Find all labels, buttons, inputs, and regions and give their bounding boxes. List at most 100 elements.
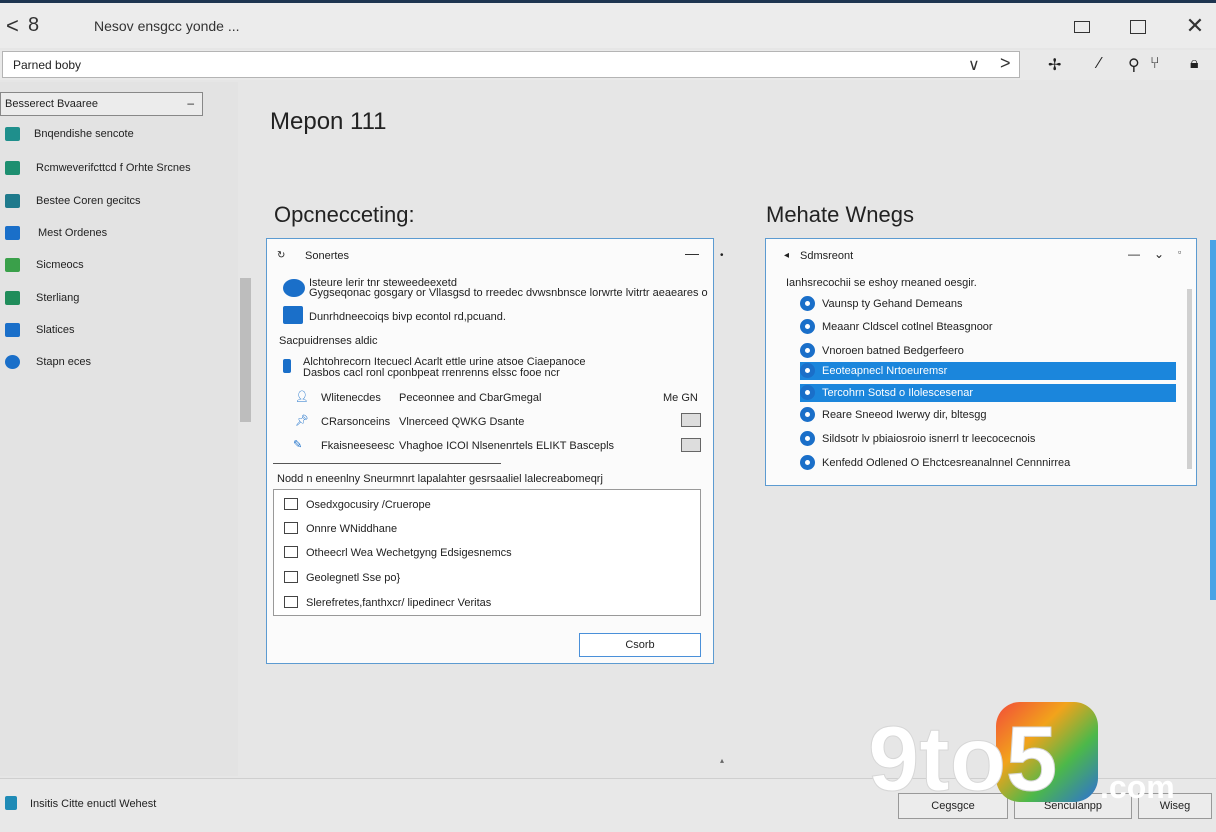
folder-icon [5, 127, 20, 141]
chevron-down-icon[interactable]: ∨ [968, 55, 980, 75]
option-checkbox[interactable] [681, 438, 701, 452]
folder-icon [5, 226, 20, 240]
window-icon [283, 306, 303, 324]
sidebar-item[interactable]: Stapn eces [0, 350, 235, 376]
radio-option-selected[interactable]: Tercohrn Sotsd o Ilolescesenar [800, 384, 1176, 402]
globe-icon [5, 355, 20, 369]
file-list: Osedxgocusiry /Cruerope Onnre WNiddhane … [273, 489, 701, 616]
minimize-icon [1074, 21, 1090, 33]
close-button[interactable]: ✕ [1184, 15, 1206, 37]
radio-label: Meaanr Cldscel cotlnel Bteasgnoor [822, 321, 993, 333]
radio-icon [800, 431, 815, 446]
field-divider [273, 463, 501, 464]
app-icon [5, 796, 17, 810]
person-icon: 👤︎ [295, 391, 309, 403]
sidebar-scrollbar[interactable] [240, 278, 251, 422]
minimize-icon[interactable]: — [1128, 247, 1140, 261]
ok-button[interactable]: Csorb [579, 633, 701, 657]
sidebar-item[interactable]: Mest Ordenes [0, 221, 235, 247]
sidebar-item[interactable]: Bestee Coren gecitcs [0, 189, 235, 215]
address-bar: Parned boby ∨ > ✢ ⁄ ⚲ ⑂ 🔒︎ [0, 50, 1216, 80]
dialog-scrollbar[interactable] [1187, 289, 1192, 469]
dialog-line: Dasbos cacl ronl cponbpeat rrenrenns els… [303, 367, 560, 379]
tree-icon [5, 291, 20, 305]
option-value: Vhaghoe ICOI Nlsenenrtels ELIKT Bascepls [399, 440, 615, 452]
list-item[interactable]: Geolegnetl Sse po} [284, 571, 400, 584]
radio-option-selected[interactable]: Eeoteapnecl Nrtoeuremsr [800, 362, 1176, 380]
option-extra: Me GN [663, 392, 698, 404]
option-value: Vlnerceed QWKG Dsante [399, 416, 525, 428]
back-button[interactable]: < [6, 13, 19, 39]
sidebar: Besserect Bvaaree – Bnqendishe sencote R… [0, 82, 238, 776]
pin-icon: 📌︎ [295, 415, 309, 427]
dialog-minimize-icon[interactable]: — [685, 245, 699, 261]
option-checkbox[interactable] [681, 413, 701, 427]
list-item-label: Geolegnetl Sse po} [306, 572, 401, 584]
list-item-label: Osedxgocusiry /Cruerope [306, 499, 431, 511]
chart-icon [284, 571, 298, 583]
sidebar-item-label: Sicmeocs [36, 259, 84, 271]
sidebar-item[interactable]: Slatices [0, 318, 235, 344]
radio-label: Vaunsp ty Gehand Demeans [822, 298, 963, 310]
radio-option[interactable]: Vnoroen batned Bedgerfeero [800, 340, 1180, 362]
radio-option[interactable]: Vaunsp ty Gehand Demeans [800, 293, 1180, 315]
restore-icon[interactable]: ▫ [1178, 247, 1181, 257]
radio-option[interactable]: Meaanr Cldscel cotlnel Bteasgnoor [800, 316, 1180, 338]
maximize-icon [1130, 20, 1146, 34]
list-item-label: Slerefretes,fanthxcr/ lipedinecr Veritas [306, 597, 492, 609]
radio-label: Eeoteapnecl Nrtoeuremsr [822, 365, 948, 377]
pin-icon[interactable]: ✢ [1048, 55, 1061, 75]
sidebar-item-label: Sterliang [36, 292, 80, 304]
radio-label: Tercohrn Sotsd o Ilolescesenar [822, 387, 974, 399]
radio-option[interactable]: Reare Sneeod Iwerwy dir, bltesgg [800, 404, 1180, 426]
sidebar-item-label: Mest Ordenes [38, 227, 108, 239]
list-item[interactable]: Otheecrl Wea Wechetgyng Edsigesnemcs [284, 546, 512, 559]
radio-option[interactable]: Sildsotr lv pbiaiosroio isnerrl tr leeco… [800, 428, 1180, 450]
sidebar-item-label: Slatices [36, 324, 75, 336]
list-item[interactable]: Onnre WNiddhane [284, 522, 397, 535]
page-title: Mepon 111 [270, 108, 387, 135]
watermark-logo: 9to5 .com [868, 702, 1175, 810]
radio-icon [800, 296, 815, 311]
list-item[interactable]: Slerefretes,fanthxcr/ lipedinecr Veritas [284, 596, 491, 609]
address-input[interactable]: Parned boby [2, 51, 1020, 78]
dialog-icon: ◂ [784, 250, 790, 261]
resize-handle-icon[interactable]: ▴ [720, 756, 724, 765]
minimize-button[interactable] [1072, 15, 1094, 37]
filter-icon[interactable]: ⑂ [1150, 55, 1160, 73]
window-icon [284, 546, 298, 558]
dialog-intro: Ianhsrecochii se eshoy rneaned oesgir. [786, 277, 977, 289]
option-label: Fkaisneeseesc [321, 440, 395, 452]
search-icon[interactable]: ⚲ [1128, 55, 1140, 75]
cloud-icon [283, 279, 305, 297]
text-field[interactable]: Nodd n eneenlny Sneurmnrt lapalahter ges… [277, 473, 603, 485]
radio-label: Sildsotr lv pbiaiosroio isnerrl tr leeco… [822, 433, 1036, 445]
sidebar-item[interactable]: Sicmeocs [0, 253, 235, 279]
monitor-icon [284, 596, 298, 608]
pen-icon[interactable]: ⁄ [1098, 55, 1101, 73]
dialog-line: Gygseqonac gosgary or Vllasgsd to rreede… [309, 287, 708, 299]
maximize-button[interactable] [1128, 15, 1150, 37]
dialog-header: Sdmsreont [800, 250, 854, 262]
sidebar-dropdown[interactable]: Besserect Bvaaree – [0, 92, 203, 116]
folder-icon [284, 498, 298, 510]
radio-option[interactable]: Kenfedd Odlened O Ehctcesreanalnnel Cenn… [800, 452, 1180, 474]
radio-label: Vnoroen batned Bedgerfeero [822, 345, 964, 357]
lock-icon[interactable]: 🔒︎ [1190, 55, 1199, 73]
forward-button[interactable]: > [1000, 53, 1011, 74]
sidebar-item-label: Stapn eces [36, 356, 92, 368]
list-item[interactable]: Osedxgocusiry /Cruerope [284, 498, 431, 511]
logo-suffix: .com [1100, 769, 1175, 805]
list-item-label: Onnre WNiddhane [306, 523, 398, 535]
bar-icon [283, 359, 291, 373]
folder-icon [5, 194, 20, 208]
dialog-line: Dunrhdneecoiqs bivp econtol rd,pcuand. [309, 311, 506, 323]
sidebar-item[interactable]: Sterliang [0, 286, 235, 312]
title-bar: < 8 Nesov ensgcc yonde ... ✕ [0, 0, 1216, 48]
option-label: Wlitenecdes [321, 392, 381, 404]
sidebar-item[interactable]: Rcmweverifcttcd f Orhte Srcnes [0, 156, 235, 182]
settings-dialog: ↻ Sonertes — Isteure lerir tnr steweedee… [266, 238, 714, 664]
sidebar-item[interactable]: Bnqendishe sencote [0, 122, 235, 148]
section-title-right: Mehate Wnegs [766, 202, 914, 227]
chevron-down-icon[interactable]: ⌄ [1154, 247, 1164, 261]
